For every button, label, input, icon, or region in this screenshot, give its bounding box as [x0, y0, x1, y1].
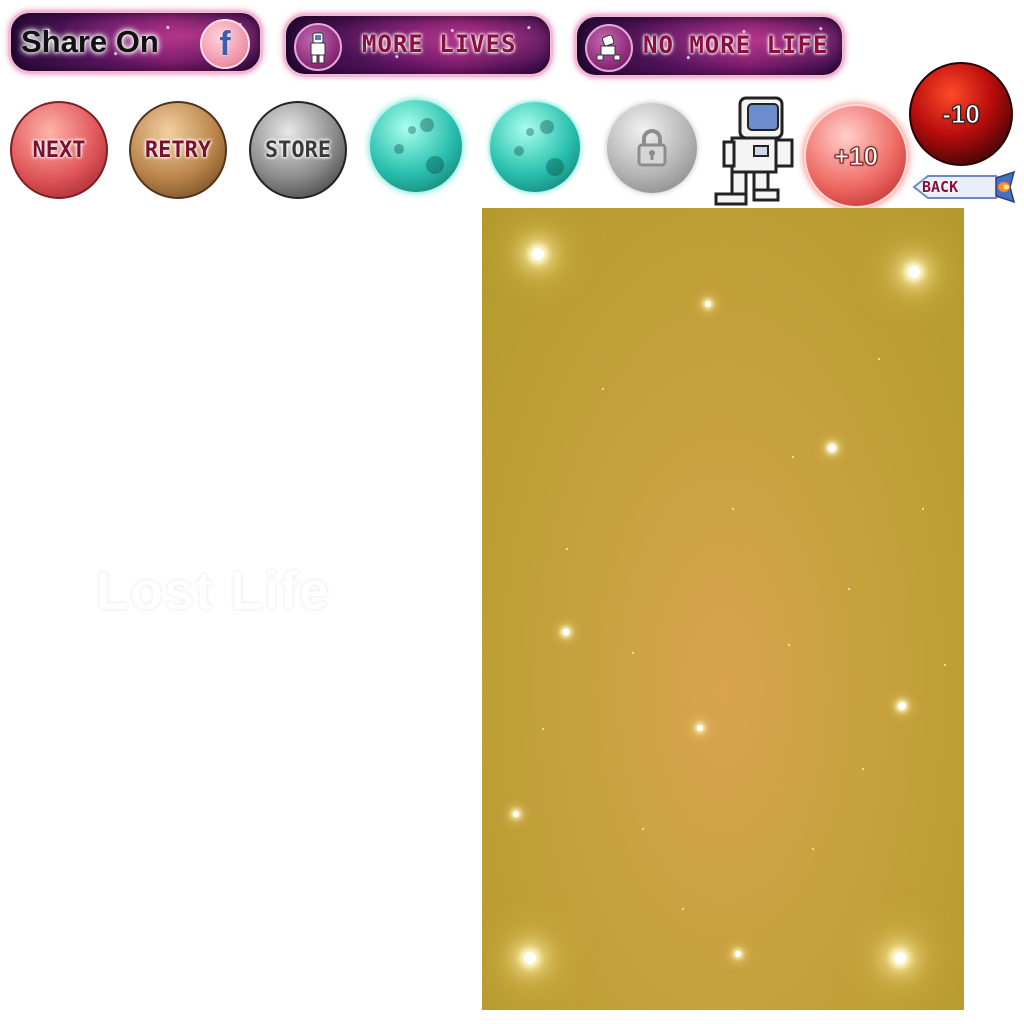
share-on-label: Share On — [21, 24, 159, 59]
dust-particle — [566, 548, 568, 550]
retry-button[interactable]: RETRY — [129, 101, 227, 199]
star — [898, 702, 906, 710]
crater — [514, 146, 524, 156]
crater — [426, 156, 444, 174]
dust-particle — [682, 908, 684, 910]
lock-icon — [637, 129, 667, 167]
star — [828, 444, 836, 452]
plus-ten-label: +10 — [833, 140, 879, 171]
no-more-life-button[interactable]: NO MORE LIFE — [574, 14, 845, 78]
back-label: BACK — [922, 178, 959, 196]
dust-particle — [732, 508, 734, 510]
store-label: STORE — [264, 137, 332, 163]
dust-particle — [812, 848, 814, 850]
star — [735, 951, 741, 957]
dust-particle — [788, 644, 790, 646]
dust-particle — [862, 768, 864, 770]
facebook-glyph: f — [219, 24, 231, 63]
star — [894, 952, 906, 964]
dust-particle — [878, 358, 880, 360]
dust-particle — [792, 456, 794, 458]
dust-particle — [848, 588, 850, 590]
space-background-panel — [482, 208, 964, 1010]
dust-particle — [642, 828, 644, 830]
plus-ten-lives-button[interactable]: +10 — [804, 104, 908, 208]
crater — [526, 128, 534, 136]
facebook-icon: f — [200, 19, 250, 69]
dust-particle — [542, 728, 544, 730]
locked-planet-button[interactable] — [607, 103, 697, 193]
dust-particle — [944, 664, 946, 666]
crater — [546, 158, 564, 176]
fallen-astronaut-icon — [585, 24, 633, 72]
star — [562, 628, 570, 636]
star — [524, 952, 536, 964]
minus-ten-label: -10 — [942, 98, 981, 129]
astronaut-icon — [294, 23, 342, 71]
crater — [540, 120, 554, 134]
teal-planet-level-button[interactable] — [490, 102, 580, 192]
more-lives-button[interactable]: MORE LIVES — [283, 13, 553, 77]
dust-particle — [632, 652, 634, 654]
more-lives-label: MORE LIVES — [362, 30, 517, 58]
share-on-facebook-button[interactable]: Share On f — [8, 10, 263, 74]
lost-life-text: Lost Life — [96, 561, 330, 621]
next-label: NEXT — [32, 137, 86, 163]
crater — [408, 126, 416, 134]
no-more-life-label: NO MORE LIFE — [643, 31, 829, 59]
star — [532, 248, 544, 260]
dust-particle — [602, 388, 604, 390]
crater — [420, 118, 434, 132]
minus-ten-lives-button[interactable]: -10 — [909, 62, 1013, 166]
dust-particle — [922, 508, 924, 510]
star — [513, 811, 519, 817]
star — [705, 301, 711, 307]
star — [697, 725, 703, 731]
store-button[interactable]: STORE — [249, 101, 347, 199]
crater — [394, 144, 404, 154]
astronaut-icon — [714, 96, 794, 206]
teal-planet-level-button[interactable] — [370, 100, 462, 192]
next-button[interactable]: NEXT — [10, 101, 108, 199]
star — [908, 266, 920, 278]
retry-label: RETRY — [144, 137, 212, 163]
